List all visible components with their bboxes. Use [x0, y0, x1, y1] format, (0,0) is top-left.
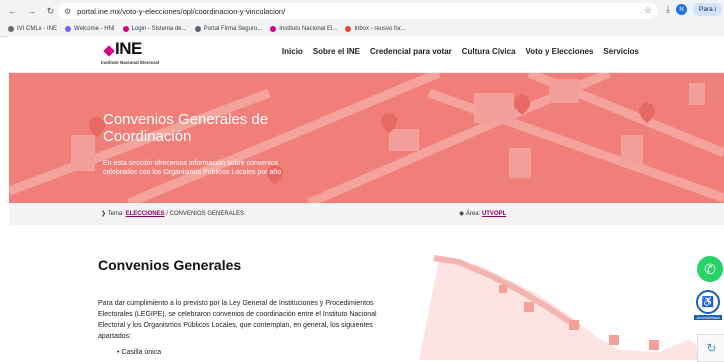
hero-description: En esta sección ofrecemos información so…	[103, 160, 282, 176]
back-icon[interactable]: ←	[6, 5, 19, 18]
ine-logo[interactable]: INE Instituto Nacional Electoral	[101, 39, 191, 67]
area-info: ◉ Área: UTVOPL	[459, 211, 507, 217]
reload-icon[interactable]: ↻	[44, 5, 57, 18]
logo-diamond-icon	[103, 45, 115, 57]
bookmark-item[interactable]: IVI CMLx - INE	[8, 26, 57, 32]
address-bar[interactable]: ⚙ portal.ine.mx/voto-y-elecciones/opl/co…	[58, 3, 658, 19]
logo-subtitle: Instituto Nacional Electoral	[101, 60, 160, 65]
breadcrumb: ❯ Tema: ELECCIONES / CONVENIOS GENERALES	[101, 211, 244, 217]
accessibility-widget[interactable]: ♿ Accesibilidad	[693, 290, 723, 320]
bookmark-item[interactable]: Welcome - HNI	[65, 26, 115, 32]
forward-icon[interactable]: →	[25, 5, 38, 18]
url-text: portal.ine.mx/voto-y-elecciones/opl/coor…	[77, 6, 286, 16]
bookmark-item[interactable]: Inbox - reusvo for...	[345, 26, 406, 32]
menu-item-cultura-civica[interactable]: Cultura Cívica	[462, 47, 516, 56]
bookmark-favicon-icon	[122, 26, 129, 32]
bookmark-favicon-icon	[65, 26, 72, 32]
download-icon[interactable]: ⤓	[666, 4, 670, 15]
profile-button[interactable]: Para i	[693, 3, 722, 16]
whatsapp-icon: ✆	[704, 260, 716, 277]
mexico-map-illustration	[419, 255, 719, 360]
menu-item-credencial[interactable]: Credencial para votar	[370, 47, 452, 56]
bookmark-item[interactable]: Portal Firma Seguro...	[194, 26, 262, 32]
hero-banner: Convenios Generales de Coordinación En e…	[9, 73, 724, 203]
menu-item-inicio[interactable]: Inicio	[282, 47, 303, 56]
breadcrumb-current: CONVENIOS GENERALES	[169, 211, 244, 217]
section-title: Convenios Generales	[98, 257, 242, 273]
bookmarks-bar: IVI CMLx - INE Welcome - HNI Login - Sis…	[0, 22, 724, 37]
breadcrumb-bar: ❯ Tema: ELECCIONES / CONVENIOS GENERALES…	[9, 203, 724, 225]
whatsapp-button[interactable]: ✆	[697, 256, 723, 282]
recaptcha-icon: ↻	[706, 341, 717, 355]
hero-title: Convenios Generales de Coordinación	[103, 111, 269, 145]
bookmark-star-icon[interactable]: ☆	[644, 5, 652, 16]
bookmark-favicon-icon	[270, 26, 277, 32]
main-menu: Inicio Sobre el INE Credencial para vota…	[282, 47, 639, 56]
bookmark-item[interactable]: Instituto Nacional El...	[270, 26, 337, 32]
pin-icon: ❯	[101, 211, 107, 217]
logo-word: INE	[115, 39, 142, 58]
profile-avatar[interactable]: N	[676, 4, 688, 15]
site-header: INE Instituto Nacional Electoral Inicio …	[9, 36, 724, 73]
breadcrumb-link-elecciones[interactable]: ELECCIONES	[126, 211, 165, 217]
bookmark-item[interactable]: Login - Sistema de...	[122, 26, 187, 32]
menu-item-sobre-el-ine[interactable]: Sobre el INE	[313, 47, 360, 56]
site-info-icon[interactable]: ⚙	[64, 7, 71, 16]
location-icon: ◉	[459, 211, 465, 217]
menu-item-voto-y-elecciones[interactable]: Voto y Elecciones	[526, 47, 594, 56]
bookmark-favicon-icon	[194, 26, 201, 32]
gmail-icon	[345, 26, 352, 32]
area-link-utvopl[interactable]: UTVOPL	[482, 211, 506, 217]
accessibility-icon: ♿	[696, 290, 720, 314]
list-item: • Casilla única	[117, 349, 162, 356]
section-body: Para dar cumplimiento a lo previsto por …	[98, 300, 377, 340]
bookmark-favicon-icon	[8, 26, 14, 32]
recaptcha-badge[interactable]: ↻	[697, 334, 724, 362]
accessibility-label: Accesibilidad	[694, 315, 722, 320]
browser-toolbar: ← → ↻ ⚙ portal.ine.mx/voto-y-elecciones/…	[0, 0, 724, 22]
menu-item-servicios[interactable]: Servicios	[603, 47, 639, 56]
main-content: Convenios Generales Para dar cumplimient…	[9, 225, 724, 360]
